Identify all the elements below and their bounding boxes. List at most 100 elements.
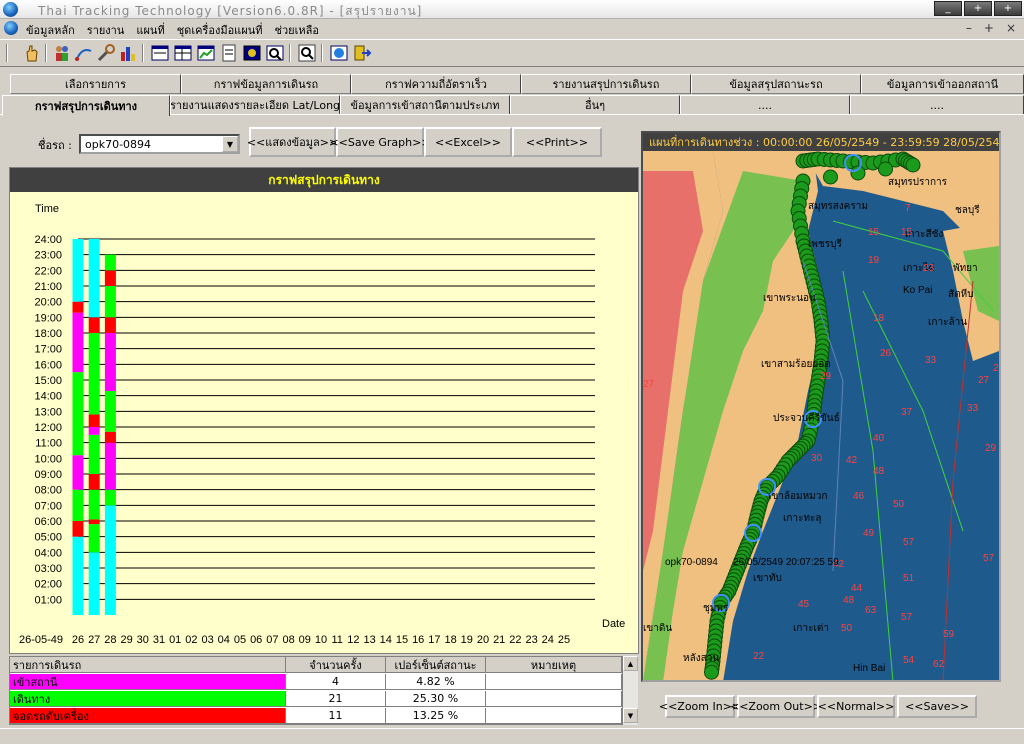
header-trip-type: รายการเดินรถ xyxy=(10,657,286,673)
table-scrollbar[interactable]: ▲ ▼ xyxy=(622,656,638,725)
y-tick-label: 08:00 xyxy=(34,485,62,497)
bar-segment xyxy=(72,239,84,302)
tab-blank-2[interactable]: .... xyxy=(850,95,1024,115)
row-note xyxy=(486,708,622,724)
scroll-down-icon[interactable]: ▼ xyxy=(623,708,638,723)
exit-icon[interactable] xyxy=(352,43,372,63)
depth-label: 59 xyxy=(943,629,955,640)
zoom-out-button[interactable]: <<Zoom Out>> xyxy=(730,695,822,718)
menu-map[interactable]: แผนที่ xyxy=(136,21,164,39)
y-tick-label: 16:00 xyxy=(34,359,62,371)
toolbar-separator xyxy=(142,44,144,62)
globe-icon[interactable] xyxy=(329,43,349,63)
zoom-icon[interactable] xyxy=(297,43,317,63)
route-map[interactable]: แผนที่การเดินทางช่วง : 00:00:00 26/05/25… xyxy=(641,131,1001,682)
y-tick-label: 12:00 xyxy=(34,422,62,434)
x-tick-label: 04 xyxy=(218,634,230,646)
table-row[interactable]: เดินทาง 21 25.30 % xyxy=(10,691,622,707)
table-icon[interactable] xyxy=(173,43,193,63)
bar-segment xyxy=(104,286,116,318)
table-row[interactable]: จอดรถดับเครื่อง 11 13.25 % xyxy=(10,708,622,724)
tools-icon[interactable] xyxy=(96,43,116,63)
bar-segment xyxy=(88,524,100,553)
show-data-button[interactable]: <<แสดงข้อมูล>> xyxy=(247,127,338,157)
tab-select-item[interactable]: เลือกรายการ xyxy=(10,74,181,94)
table-row[interactable]: เข้าสถานี 4 4.82 % xyxy=(10,674,622,690)
tab-status-summary[interactable]: ข้อมูลสรุปสถานะรถ xyxy=(691,74,861,94)
place-label: เขาพระนอน xyxy=(763,293,816,304)
place-label: Hin Bai xyxy=(853,663,885,674)
depth-label: 40 xyxy=(873,433,885,444)
tab-row-top: เลือกรายการ กราฟข้อมูลการเดินรถ กราฟความ… xyxy=(0,74,1024,94)
tab-station-in-out[interactable]: ข้อมูลการเข้าออกสถานี xyxy=(861,74,1024,94)
picture-icon[interactable] xyxy=(242,43,262,63)
minimize-button[interactable]: _ xyxy=(934,1,962,16)
tab-driving-report[interactable]: รายงานสรุปการเดินรถ xyxy=(521,74,691,94)
y-tick-label: 03:00 xyxy=(34,563,62,575)
car-select[interactable]: opk70-0894 ▼ xyxy=(79,134,240,154)
scroll-up-icon[interactable]: ▲ xyxy=(623,656,638,671)
route-icon[interactable] xyxy=(74,43,94,63)
bar-segment xyxy=(104,431,116,443)
people-icon[interactable] xyxy=(52,43,72,63)
x-tick-label: 22 xyxy=(509,634,521,646)
depth-label: 45 xyxy=(798,599,810,610)
bar-segment xyxy=(88,317,100,333)
mdi-minimize-button[interactable]: – xyxy=(966,21,972,35)
bar-segment xyxy=(88,434,100,474)
close-button[interactable]: + xyxy=(994,1,1022,16)
hand-icon[interactable] xyxy=(22,43,42,63)
depth-label: 44 xyxy=(851,583,863,594)
zoom-in-button[interactable]: <<Zoom In>> xyxy=(659,695,741,718)
tab-other[interactable]: อื่นๆ xyxy=(510,95,680,115)
x-tick-label: 29 xyxy=(120,634,132,646)
title-bar: Thai Tracking Technology [Version6.0.8R]… xyxy=(0,0,1024,19)
tab-blank-1[interactable]: .... xyxy=(680,95,850,115)
tab-station-by-type[interactable]: ข้อมูลการเข้าสถานีตามประเภท xyxy=(340,95,510,115)
tab-trip-summary-graph[interactable]: กราฟสรุปการเดินทาง xyxy=(2,95,170,116)
mdi-close-button[interactable]: × xyxy=(1006,21,1016,35)
toolbar-separator xyxy=(6,44,8,62)
document-icon[interactable] xyxy=(219,43,239,63)
print-button[interactable]: <<Print>> xyxy=(512,127,602,157)
car-select-value: opk70-0894 xyxy=(85,138,152,151)
depth-label: 49 xyxy=(863,528,875,539)
track-point xyxy=(823,169,838,185)
menu-main-data[interactable]: ข้อมูลหลัก xyxy=(26,21,75,39)
x-tick-label: 06 xyxy=(250,634,262,646)
bar-segment xyxy=(88,519,100,525)
bar-segment xyxy=(104,489,116,506)
tab-speed-graph[interactable]: กราฟความถี่อัตราเร็ว xyxy=(351,74,521,94)
chevron-down-icon[interactable]: ▼ xyxy=(222,136,238,152)
form-icon[interactable] xyxy=(150,43,170,63)
y-tick-label: 14:00 xyxy=(34,391,62,403)
excel-button[interactable]: <<Excel>> xyxy=(424,127,512,157)
bar-segment xyxy=(104,390,116,432)
row-count: 11 xyxy=(286,708,386,724)
y-tick-label: 05:00 xyxy=(34,532,62,544)
x-tick-label: 20 xyxy=(477,634,489,646)
place-label: ชุมพร xyxy=(703,603,729,614)
bar-chart-icon[interactable] xyxy=(118,43,138,63)
x-tick-label: 11 xyxy=(331,634,342,646)
tab-latlong-report[interactable]: รายงานแสดงรายละเอียด Lat/Long xyxy=(170,95,340,115)
menu-map-tools[interactable]: ชุดเครื่องมือแผนที่ xyxy=(177,21,263,39)
y-tick-label: 20:00 xyxy=(34,297,62,309)
place-label: เพชรบุรี xyxy=(808,238,843,250)
x-tick-label: 31 xyxy=(153,634,165,646)
normal-button[interactable]: <<Normal>> xyxy=(817,695,895,718)
bar-segment xyxy=(88,414,100,427)
x-tick-label: 23 xyxy=(525,634,537,646)
toolbar-separator xyxy=(289,44,291,62)
maximize-button[interactable]: + xyxy=(964,1,992,16)
menu-help[interactable]: ช่วยเหลือ xyxy=(274,21,318,39)
menu-report[interactable]: รายงาน xyxy=(87,21,125,39)
find-icon[interactable] xyxy=(265,43,285,63)
graph-window-icon[interactable] xyxy=(196,43,216,63)
tab-driving-graph[interactable]: กราฟข้อมูลการเดินรถ xyxy=(181,74,351,94)
mdi-restore-button[interactable]: + xyxy=(984,21,994,35)
depth-label: 57 xyxy=(983,553,995,564)
map-canvas[interactable]: สมุทรปราการสมุทรสงคราม ชลบุรีเพชรบุรีเกาะ… xyxy=(643,151,999,682)
save-map-button[interactable]: <<Save>> xyxy=(897,695,977,718)
save-graph-button[interactable]: <<Save Graph>> xyxy=(329,127,431,157)
